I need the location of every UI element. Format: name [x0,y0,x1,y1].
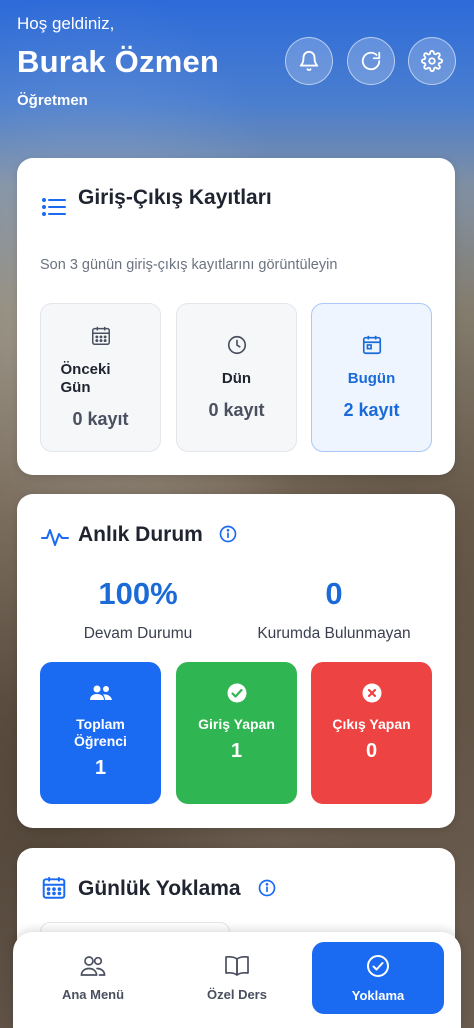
refresh-button[interactable] [347,37,395,85]
checked-in-card[interactable]: Giriş Yapan 1 [176,662,297,804]
gear-icon [421,50,443,72]
notifications-button[interactable] [285,37,333,85]
clock-icon [227,335,246,355]
card-value: 1 [94,757,107,779]
card-value: 1 [230,740,243,762]
calendar-icon [42,877,66,899]
card-label: Toplam Öğrenci [74,716,127,749]
tile-today[interactable]: Bugün 2 kayıt [311,303,432,452]
total-students-card[interactable]: Toplam Öğrenci 1 [40,662,161,804]
absent-value: 0 [325,576,343,611]
attendance-value: 100% [98,576,178,611]
user-name: Burak Özmen [17,44,220,79]
calendar-grid-icon [91,326,110,345]
bell-icon [299,51,319,72]
user-role: Öğretmen [17,92,88,109]
tile-count: 2 kayıt [343,400,400,420]
entry-logs-title: Giriş-Çıkış Kayıtları [78,186,272,209]
calendar-today-icon [362,335,381,355]
live-status-card: Anlık Durum 100% Devam Durumu 0 Kurumda … [17,494,455,828]
attendance-label: Devam Durumu [83,625,193,642]
tile-yesterday[interactable]: Dün 0 kayıt [176,303,297,452]
nav-label: Ana Menü [61,986,125,1002]
greeting: Hoş geldiniz, [17,14,115,33]
pulse-icon [41,529,69,546]
checked-out-card[interactable]: Çıkış Yapan 0 [311,662,432,804]
absent-label: Kurumda Bulunmayan [257,625,411,642]
nav-attendance[interactable]: Yoklama [312,942,444,1014]
nav-label: Yoklama [351,987,405,1003]
settings-button[interactable] [408,37,456,85]
nav-private-lesson[interactable]: Özel Ders [171,942,303,1014]
check-circle-icon [227,683,246,703]
check-circle-icon [367,954,389,977]
tile-label: Dün [221,370,252,387]
entry-logs-card: Giriş-Çıkış Kayıtları Son 3 günün giriş-… [17,158,455,475]
tile-label: Önceki Gün [60,361,111,396]
info-icon[interactable] [257,878,277,898]
tile-label: Bugün [347,370,396,387]
nav-label: Özel Ders [207,986,267,1002]
refresh-icon [361,51,381,71]
daily-attendance-title: Günlük Yoklama [78,877,241,900]
list-icon [42,198,66,216]
card-label: Çıkış Yapan [332,716,411,732]
info-icon[interactable] [218,524,238,544]
entry-logs-description: Son 3 günün giriş-çıkış kayıtlarını görü… [40,257,338,273]
card-label: Giriş Yapan [198,716,275,732]
tile-count: 0 kayıt [72,409,129,429]
tile-count: 0 kayıt [208,400,265,420]
bottom-nav: Ana Menü Özel Ders Yoklama [13,932,461,1028]
nav-main-menu[interactable]: Ana Menü [27,942,159,1014]
header: Hoş geldiniz, Burak Özmen Öğretmen [0,0,474,150]
x-circle-icon [362,683,381,703]
tile-previous-day[interactable]: Önceki Gün 0 kayıt [40,303,161,452]
book-icon [225,955,249,976]
card-value: 0 [365,740,378,762]
users-icon [89,685,112,700]
live-status-title: Anlık Durum [78,523,203,546]
people-icon [80,955,106,976]
